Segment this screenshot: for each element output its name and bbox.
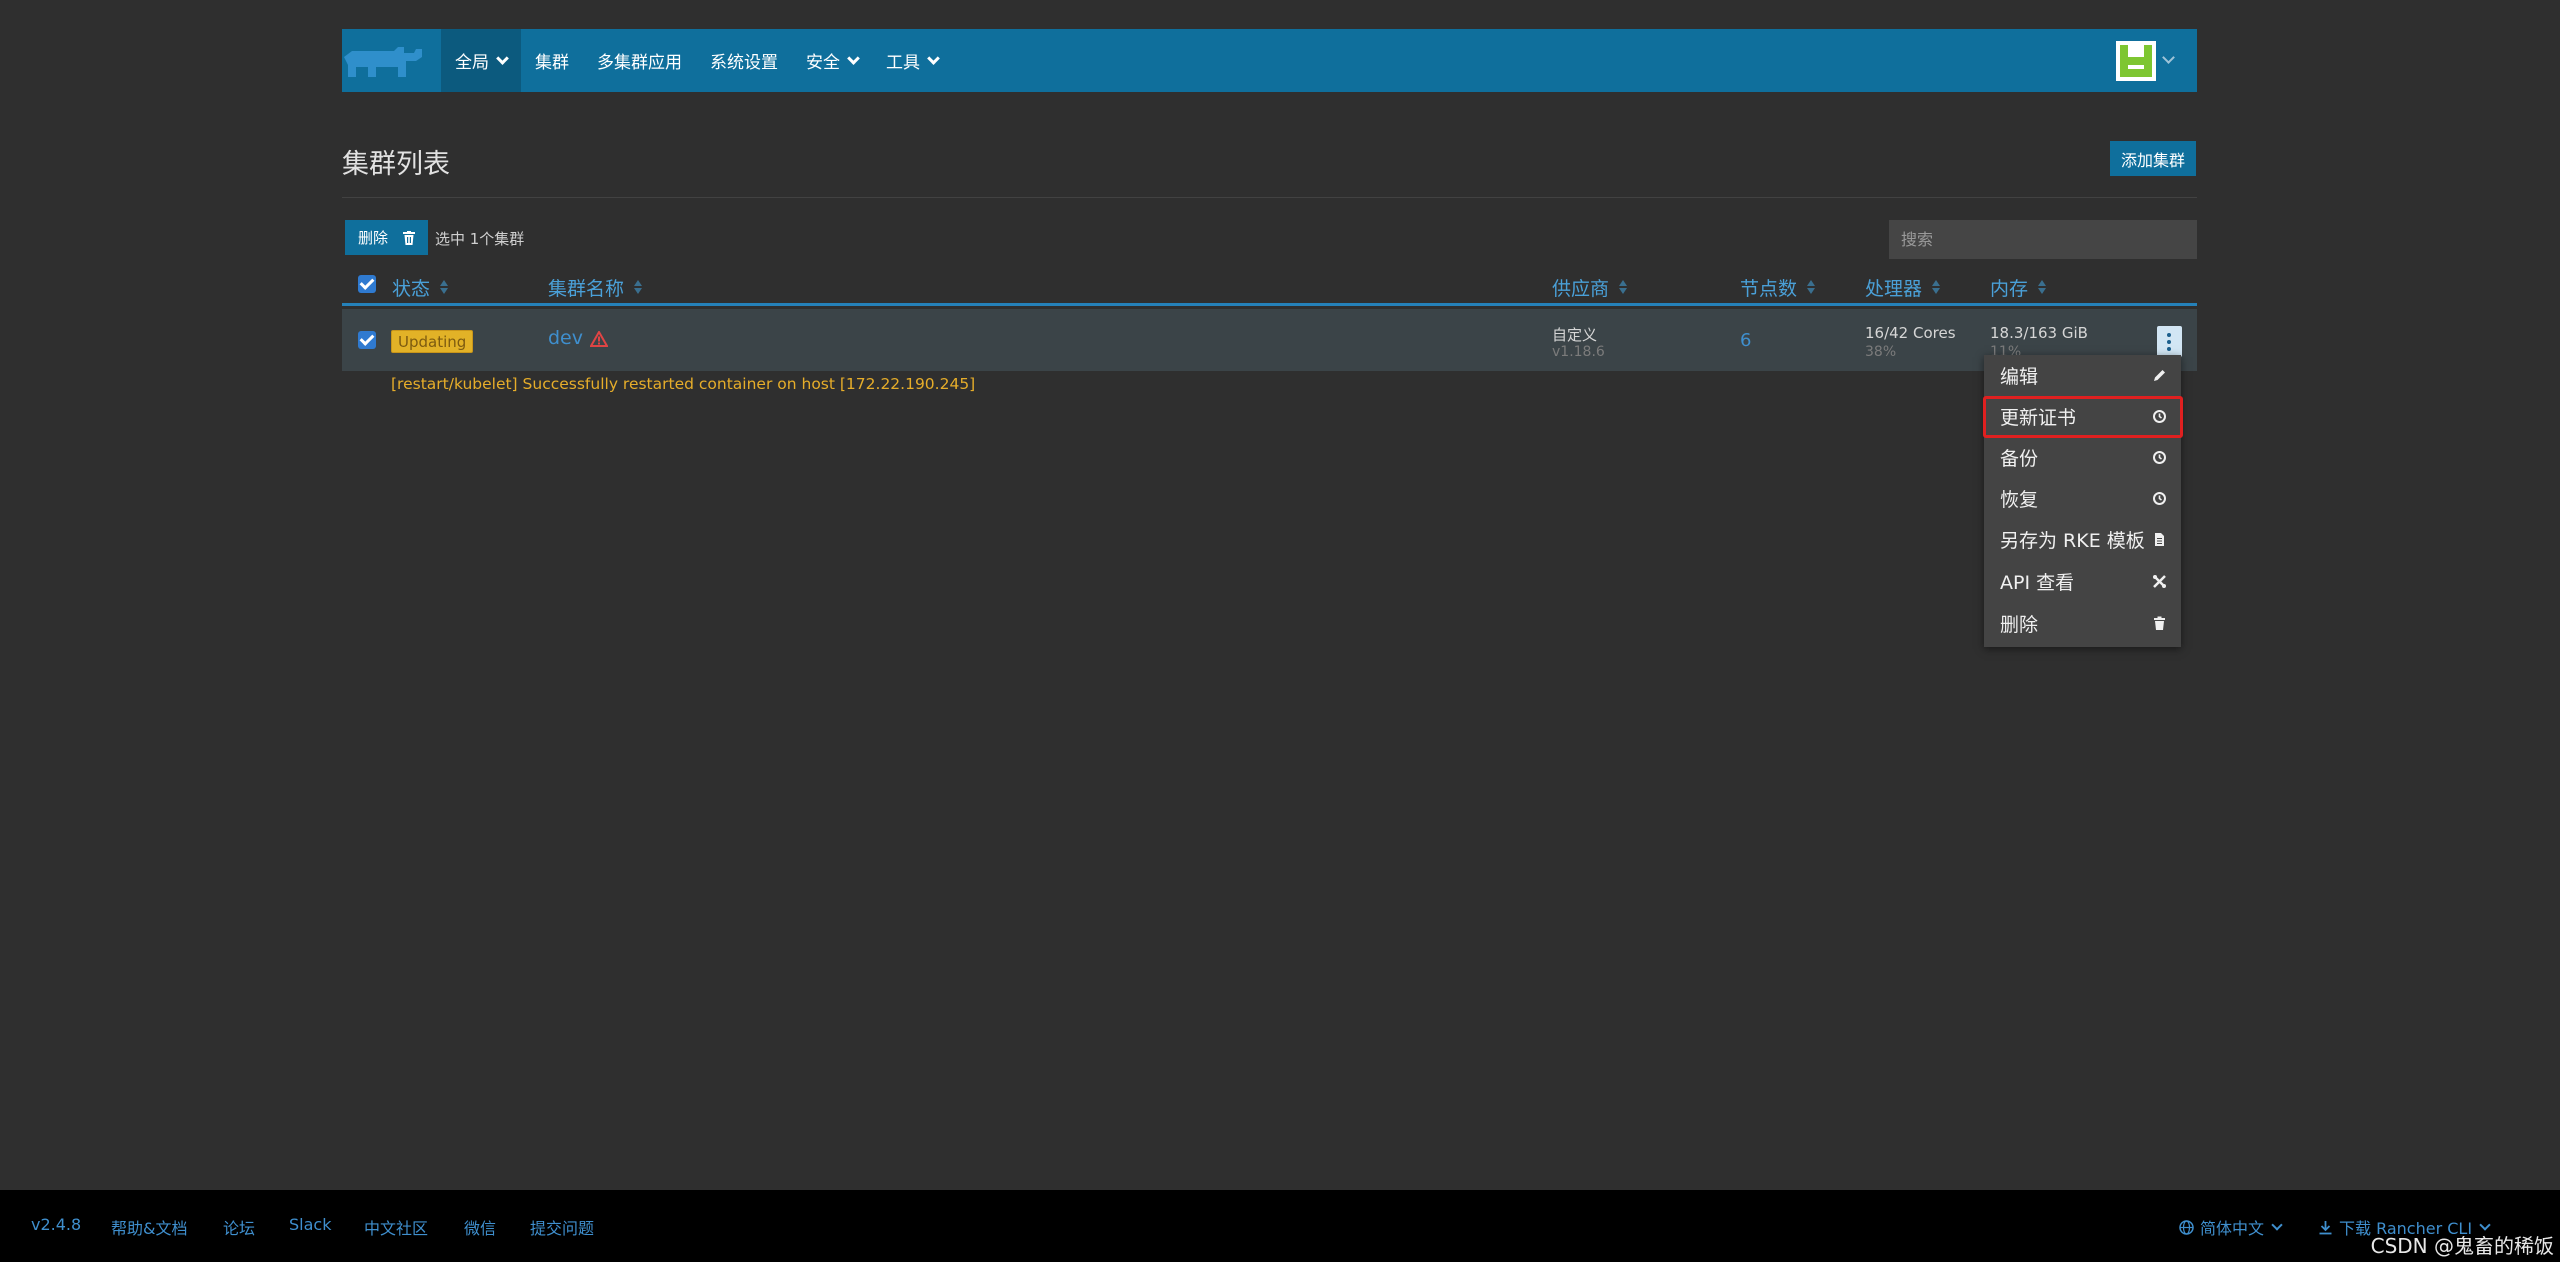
- menu-item-backup[interactable]: 备份: [1984, 437, 2181, 477]
- menu-item-view-api[interactable]: API 查看: [1984, 561, 2181, 601]
- warning-icon: [590, 331, 608, 347]
- cluster-name-link[interactable]: dev: [548, 327, 583, 349]
- nav-settings[interactable]: 系统设置: [696, 29, 792, 92]
- footer-link-docs[interactable]: 帮助&文档: [111, 1215, 187, 1239]
- footer-link-forum[interactable]: 论坛: [223, 1215, 255, 1239]
- watermark-text: CSDN @鬼畜的稀饭: [2370, 1234, 2554, 1258]
- history-icon: [2153, 492, 2166, 505]
- footer: v2.4.8 帮助&文档 论坛 Slack 中文社区 微信 提交问题 简体中文 …: [0, 1190, 2560, 1262]
- status-badge: Updating: [391, 330, 474, 353]
- main-nav: 全局 集群 多集群应用 系统设置 安全 工具: [441, 29, 952, 92]
- dot: [2167, 347, 2171, 351]
- selection-count: 选中 1个集群: [435, 230, 525, 248]
- chevron-down-icon: [2479, 1218, 2491, 1231]
- divider: [342, 197, 2197, 198]
- menu-item-edit[interactable]: 编辑: [1984, 355, 2181, 395]
- menu-item-delete[interactable]: 删除: [1984, 603, 2181, 643]
- column-header-cpu[interactable]: 处理器: [1865, 274, 1941, 301]
- dot: [2167, 340, 2171, 344]
- search-input[interactable]: [1889, 220, 2197, 259]
- memory-usage: 18.3/163 GiB: [1990, 324, 2088, 342]
- sort-icon: [1807, 280, 1816, 295]
- menu-item-restore[interactable]: 恢复: [1984, 478, 2181, 518]
- add-cluster-button[interactable]: 添加集群: [2109, 141, 2196, 176]
- top-navbar: 全局 集群 多集群应用 系统设置 安全 工具: [342, 29, 2197, 92]
- rancher-logo[interactable]: [342, 43, 424, 79]
- sort-icon: [634, 280, 643, 295]
- trash-icon: [403, 231, 415, 245]
- sort-icon: [2038, 280, 2047, 295]
- nav-clusters[interactable]: 集群: [521, 29, 583, 92]
- page-title: 集群列表: [342, 149, 450, 180]
- pencil-icon: [2154, 370, 2165, 381]
- nav-global[interactable]: 全局: [441, 29, 521, 92]
- download-icon: [2319, 1220, 2332, 1234]
- table-header: 状态 集群名称 供应商 节点数 处理器 内存: [342, 268, 2197, 306]
- row-actions-button[interactable]: [2157, 326, 2182, 357]
- column-header-memory[interactable]: 内存: [1990, 274, 2047, 301]
- version-link[interactable]: v2.4.8: [31, 1215, 81, 1234]
- sort-icon: [1619, 280, 1628, 295]
- cluster-status-message: [restart/kubelet] Successfully restarted…: [391, 375, 976, 393]
- history-icon: [2153, 410, 2166, 423]
- column-header-nodes[interactable]: 节点数: [1740, 274, 1816, 301]
- sort-icon: [1932, 280, 1941, 295]
- bulk-delete-button[interactable]: 删除: [345, 220, 428, 255]
- column-header-state[interactable]: 状态: [392, 274, 449, 301]
- globe-icon: [2179, 1219, 2194, 1235]
- nav-multi-cluster-apps[interactable]: 多集群应用: [583, 29, 696, 92]
- language-selector[interactable]: 简体中文: [2179, 1215, 2283, 1239]
- sort-icon: [440, 280, 449, 295]
- menu-item-save-as-rke-template[interactable]: 另存为 RKE 模板: [1984, 519, 2181, 559]
- file-icon: [2155, 533, 2164, 546]
- select-all-checkbox[interactable]: [358, 275, 376, 293]
- footer-link-issues[interactable]: 提交问题: [530, 1215, 594, 1239]
- column-header-provider[interactable]: 供应商: [1552, 274, 1628, 301]
- footer-link-wechat[interactable]: 微信: [464, 1215, 496, 1239]
- footer-link-slack[interactable]: Slack: [289, 1215, 331, 1234]
- chevron-down-icon[interactable]: [2162, 51, 2175, 64]
- menu-item-rotate-certificates[interactable]: 更新证书: [1984, 396, 2181, 436]
- cpu-usage: 16/42 Cores: [1865, 324, 1956, 342]
- provider-name: 自定义: [1552, 326, 1598, 344]
- row-actions-menu: 编辑 更新证书 备份 恢复 另存为 RKE 模板 API 查看 删除: [1984, 355, 2181, 647]
- column-header-name[interactable]: 集群名称: [548, 274, 643, 301]
- api-icon: [2153, 575, 2166, 588]
- node-count-link[interactable]: 6: [1740, 330, 1751, 351]
- user-avatar[interactable]: [2116, 41, 2156, 81]
- chevron-down-icon: [847, 51, 860, 65]
- avatar-identicon: [2120, 45, 2152, 77]
- table-row: Updating dev 自定义 v1.18.6 6 16/42 Cores 3…: [342, 309, 2197, 371]
- chevron-down-icon: [496, 51, 509, 65]
- trash-icon: [2154, 616, 2165, 630]
- dot: [2167, 333, 2171, 337]
- provider-version: v1.18.6: [1552, 344, 1605, 360]
- row-checkbox[interactable]: [358, 331, 376, 349]
- chevron-down-icon: [2271, 1218, 2283, 1231]
- chevron-down-icon: [927, 51, 940, 65]
- nav-tools[interactable]: 工具: [872, 29, 952, 92]
- footer-link-community[interactable]: 中文社区: [364, 1215, 428, 1239]
- history-icon: [2153, 451, 2166, 464]
- cpu-percent: 38%: [1865, 344, 1897, 360]
- nav-security[interactable]: 安全: [792, 29, 872, 92]
